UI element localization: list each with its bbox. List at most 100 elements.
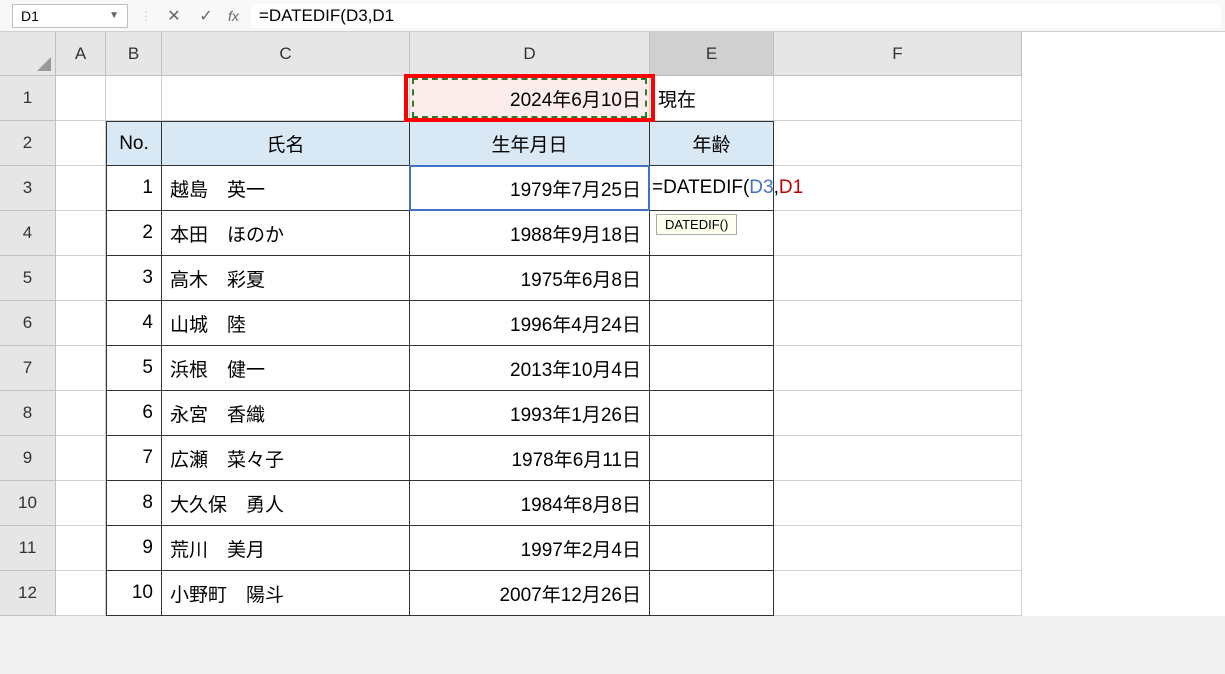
- cell-A8[interactable]: [56, 391, 106, 436]
- cell-C8[interactable]: 永宮 香織: [162, 391, 410, 436]
- formula-prefix: =DATEDIF(: [652, 177, 749, 198]
- row-header-2[interactable]: 2: [0, 121, 56, 166]
- row-header-10[interactable]: 10: [0, 481, 56, 526]
- cell-D12[interactable]: 2007年12月26日: [410, 571, 650, 616]
- row-header-8[interactable]: 8: [0, 391, 56, 436]
- cell-C2-header-name[interactable]: 氏名: [162, 121, 410, 166]
- cell-F12[interactable]: [774, 571, 1022, 616]
- cell-F1[interactable]: [774, 76, 1022, 121]
- cell-C7[interactable]: 浜根 健一: [162, 346, 410, 391]
- name-box[interactable]: D1 ▼: [12, 4, 128, 28]
- cell-E12[interactable]: [650, 571, 774, 616]
- cell-D2-header-birth[interactable]: 生年月日: [410, 121, 650, 166]
- row-header-5[interactable]: 5: [0, 256, 56, 301]
- cell-E9[interactable]: [650, 436, 774, 481]
- cell-B11[interactable]: 9: [106, 526, 162, 571]
- cell-F2[interactable]: [774, 121, 1022, 166]
- current-date-value: 2024年6月10日: [510, 85, 641, 112]
- cell-B5[interactable]: 3: [106, 256, 162, 301]
- cell-E3-formula[interactable]: =DATEDIF(D3,D1 DATEDIF(): [650, 166, 774, 211]
- cell-F7[interactable]: [774, 346, 1022, 391]
- cell-B2-header-no[interactable]: No.: [106, 121, 162, 166]
- row-header-4[interactable]: 4: [0, 211, 56, 256]
- cell-A4[interactable]: [56, 211, 106, 256]
- select-all-corner[interactable]: [0, 32, 56, 76]
- fx-icon[interactable]: fx: [228, 8, 239, 24]
- cell-E6[interactable]: [650, 301, 774, 346]
- cell-C6[interactable]: 山城 陸: [162, 301, 410, 346]
- cell-D11[interactable]: 1997年2月4日: [410, 526, 650, 571]
- name-box-dropdown-icon[interactable]: ▼: [109, 10, 119, 21]
- cell-C10[interactable]: 大久保 勇人: [162, 481, 410, 526]
- row-header-7[interactable]: 7: [0, 346, 56, 391]
- cell-D7[interactable]: 2013年10月4日: [410, 346, 650, 391]
- col-header-E[interactable]: E: [650, 32, 774, 76]
- col-header-F[interactable]: F: [774, 32, 1022, 76]
- cell-B8[interactable]: 6: [106, 391, 162, 436]
- cell-A3[interactable]: [56, 166, 106, 211]
- cell-E1[interactable]: 現在: [650, 76, 774, 121]
- cell-E5[interactable]: [650, 256, 774, 301]
- cell-D9[interactable]: 1978年6月11日: [410, 436, 650, 481]
- cell-A5[interactable]: [56, 256, 106, 301]
- row-header-6[interactable]: 6: [0, 301, 56, 346]
- cell-E11[interactable]: [650, 526, 774, 571]
- cell-F6[interactable]: [774, 301, 1022, 346]
- cell-E10[interactable]: [650, 481, 774, 526]
- cell-F9[interactable]: [774, 436, 1022, 481]
- row-header-11[interactable]: 11: [0, 526, 56, 571]
- cell-C12[interactable]: 小野町 陽斗: [162, 571, 410, 616]
- cell-D10[interactable]: 1984年8月8日: [410, 481, 650, 526]
- cell-B7[interactable]: 5: [106, 346, 162, 391]
- cell-C11[interactable]: 荒川 美月: [162, 526, 410, 571]
- cell-F4[interactable]: [774, 211, 1022, 256]
- accept-formula-button[interactable]: ✓: [196, 6, 216, 26]
- row-header-9[interactable]: 9: [0, 436, 56, 481]
- cell-E2-header-age[interactable]: 年齢: [650, 121, 774, 166]
- cell-B9[interactable]: 7: [106, 436, 162, 481]
- cell-E7[interactable]: [650, 346, 774, 391]
- cell-D4[interactable]: 1988年9月18日: [410, 211, 650, 256]
- cell-B3[interactable]: 1: [106, 166, 162, 211]
- row-header-1[interactable]: 1: [0, 76, 56, 121]
- col-header-D[interactable]: D: [410, 32, 650, 76]
- cell-C1[interactable]: [162, 76, 410, 121]
- col-header-B[interactable]: B: [106, 32, 162, 76]
- cell-A7[interactable]: [56, 346, 106, 391]
- row-header-3[interactable]: 3: [0, 166, 56, 211]
- cell-A10[interactable]: [56, 481, 106, 526]
- cell-F3[interactable]: [774, 166, 1022, 211]
- cell-E8[interactable]: [650, 391, 774, 436]
- cell-D3-value: 1979年7月25日: [510, 175, 641, 202]
- col-header-C[interactable]: C: [162, 32, 410, 76]
- cell-C5[interactable]: 高木 彩夏: [162, 256, 410, 301]
- cell-A11[interactable]: [56, 526, 106, 571]
- cell-B12[interactable]: 10: [106, 571, 162, 616]
- formula-input[interactable]: [251, 4, 1221, 28]
- cell-A9[interactable]: [56, 436, 106, 481]
- cell-A6[interactable]: [56, 301, 106, 346]
- current-label: 現在: [658, 85, 696, 112]
- row-header-12[interactable]: 12: [0, 571, 56, 616]
- cell-D5[interactable]: 1975年6月8日: [410, 256, 650, 301]
- cell-F5[interactable]: [774, 256, 1022, 301]
- cell-D1[interactable]: 2024年6月10日: [410, 76, 650, 121]
- cell-C9[interactable]: 広瀬 菜々子: [162, 436, 410, 481]
- cell-B1[interactable]: [106, 76, 162, 121]
- cell-A1[interactable]: [56, 76, 106, 121]
- cell-B6[interactable]: 4: [106, 301, 162, 346]
- cell-D8[interactable]: 1993年1月26日: [410, 391, 650, 436]
- cell-F11[interactable]: [774, 526, 1022, 571]
- cell-C3[interactable]: 越島 英一: [162, 166, 410, 211]
- cell-A12[interactable]: [56, 571, 106, 616]
- col-header-A[interactable]: A: [56, 32, 106, 76]
- cell-C4[interactable]: 本田 ほのか: [162, 211, 410, 256]
- cancel-formula-button[interactable]: ✕: [164, 6, 184, 26]
- cell-F8[interactable]: [774, 391, 1022, 436]
- cell-B10[interactable]: 8: [106, 481, 162, 526]
- cell-A2[interactable]: [56, 121, 106, 166]
- cell-B4[interactable]: 2: [106, 211, 162, 256]
- cell-F10[interactable]: [774, 481, 1022, 526]
- cell-D6[interactable]: 1996年4月24日: [410, 301, 650, 346]
- cell-D3[interactable]: 1979年7月25日: [410, 166, 650, 211]
